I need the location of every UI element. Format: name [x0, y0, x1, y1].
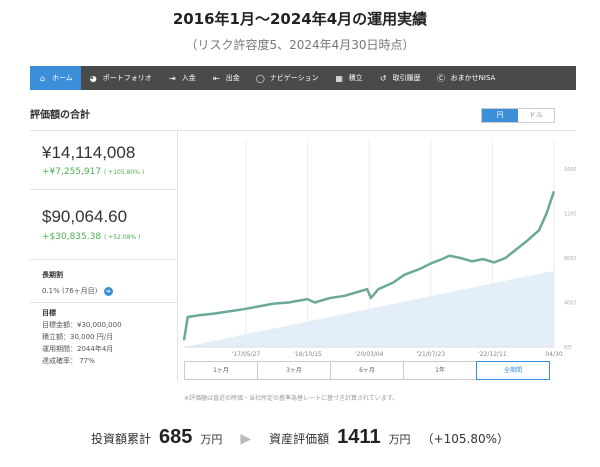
- long-term-text: 0.1% (76ヶ月目): [42, 287, 98, 295]
- page-title: 2016年1月〜2024年4月の運用実績: [172, 10, 428, 28]
- jpy-change-amount: +¥7,255,917: [42, 167, 102, 177]
- pie-chart-icon: ◕: [89, 73, 97, 83]
- usd-change-pct: ( +52.08% ): [103, 234, 141, 241]
- jpy-change-pct: ( +105.80% ): [103, 169, 145, 176]
- page-subtitle: （リスク許容度5、2024年4月30日時点）: [185, 38, 415, 52]
- savings-icon: ▦: [335, 73, 343, 83]
- nav-navigation[interactable]: ◯ ナビゲーション: [248, 66, 327, 90]
- arrow-right-icon[interactable]: ➜: [103, 286, 113, 296]
- y-tick-label: 400万: [564, 301, 576, 307]
- main-nav: ⌂ ホーム ◕ ポートフォリオ ⇥ 入金 ⇤ 出金 ◯ ナビゲーション ▦ 積立…: [30, 66, 576, 90]
- value-label: 資産評価額: [269, 432, 330, 446]
- jpy-value: ¥14,114,008: [42, 143, 136, 162]
- range-1y-button[interactable]: 1年: [403, 361, 477, 380]
- goal-label: 目標: [42, 309, 56, 317]
- usd-change-amount: +$30,835.38: [42, 232, 102, 242]
- divider: [30, 259, 178, 260]
- nav-history[interactable]: ↺ 取引履歴: [371, 66, 429, 90]
- usd-value: $90,064.60: [42, 207, 128, 226]
- bottom-summary: 投資額累計 685 万円 ▶ 資産評価額 1411 万円 （+105.80%）: [0, 426, 600, 449]
- history-icon: ↺: [379, 73, 387, 83]
- nav-label: おまかせNISA: [450, 74, 496, 82]
- nav-home[interactable]: ⌂ ホーム: [30, 66, 81, 90]
- chart-svg: 0万 400万 800万 1200万 1600万 '17/05/27 '18/10/15 '2…: [182, 141, 582, 358]
- y-tick-label: 1600万: [564, 167, 576, 173]
- x-tick-label: '20/03/04: [355, 351, 384, 358]
- range-6m-button[interactable]: 6ヶ月: [330, 361, 404, 380]
- usd-change: +$30,835.38 ( +52.08% ): [42, 232, 140, 242]
- nav-label: 取引履歴: [392, 74, 421, 82]
- nav-nisa[interactable]: Ⓒ おまかせNISA: [429, 66, 504, 90]
- long-term-label: 長期割: [42, 271, 63, 279]
- valuation-panel: ¥14,114,008 +¥7,255,917 ( +105.80% ) $90…: [30, 130, 582, 381]
- range-all-button[interactable]: 全期間: [476, 361, 550, 380]
- range-1m-button[interactable]: 1ヶ月: [184, 361, 258, 380]
- x-tick-label: '17/05/27: [232, 351, 261, 358]
- currency-usd-button[interactable]: ドル: [518, 109, 554, 122]
- disclaimer-note: ※評価額は直近の時価・当社所定の基準為替レートに基づき計算されています。: [184, 395, 399, 402]
- x-tick-label: '18/10/15: [293, 351, 322, 358]
- section-title: 評価額の合計: [30, 110, 90, 121]
- x-tick-label: '22/12/11: [478, 351, 507, 358]
- nav-label: 出金: [225, 74, 240, 82]
- goal-monthly: 積立額：30,000 円/月: [42, 333, 114, 341]
- value-pct: （+105.80%）: [421, 432, 510, 446]
- range-selector: 1ヶ月 3ヶ月 6ヶ月 1年 全期間: [184, 361, 550, 380]
- nav-label: ホーム: [52, 74, 73, 82]
- invest-label: 投資額累計: [90, 432, 151, 446]
- nav-portfolio[interactable]: ◕ ポートフォリオ: [81, 66, 160, 90]
- invest-number: 685: [159, 426, 193, 448]
- nav-deposit[interactable]: ⇥ 入金: [160, 66, 204, 90]
- nav-label: ナビゲーション: [269, 74, 319, 82]
- nisa-icon: Ⓒ: [437, 73, 446, 83]
- nav-label: 入金: [181, 74, 196, 82]
- y-tick-label: 0万: [564, 345, 572, 351]
- triangle-right-icon: ▶: [240, 431, 252, 447]
- y-tick-label: 1200万: [564, 212, 576, 218]
- currency-toggle: 円 ドル: [481, 108, 555, 123]
- goal-amount: 目標金額：¥30,000,000: [42, 321, 122, 329]
- range-3m-button[interactable]: 3ヶ月: [257, 361, 331, 380]
- invest-unit: 万円: [200, 433, 223, 446]
- goal-rate: 達成確率： 77%: [42, 357, 95, 365]
- compass-icon: ◯: [255, 73, 265, 83]
- valuation-chart: 0万 400万 800万 1200万 1600万 '17/05/27 '18/10/15 '2…: [178, 131, 582, 361]
- currency-jpy-button[interactable]: 円: [482, 109, 518, 122]
- home-icon: ⌂: [39, 73, 46, 83]
- summary-column: ¥14,114,008 +¥7,255,917 ( +105.80% ) $90…: [30, 131, 178, 381]
- withdraw-icon: ⇤: [212, 73, 220, 83]
- jpy-change: +¥7,255,917 ( +105.80% ): [42, 167, 144, 177]
- divider: [30, 302, 178, 303]
- deposit-icon: ⇥: [168, 73, 176, 83]
- value-unit: 万円: [388, 433, 411, 446]
- nav-label: ポートフォリオ: [102, 74, 152, 82]
- x-tick-label: '21/07/23: [416, 351, 445, 358]
- value-number: 1411: [337, 426, 381, 448]
- x-tick-label: 04/30: [545, 351, 562, 358]
- y-tick-label: 800万: [564, 256, 576, 262]
- long-term-value: 0.1% (76ヶ月目) ➜: [42, 286, 113, 296]
- nav-label: 積立: [348, 74, 363, 82]
- divider: [30, 189, 178, 190]
- goal-period: 運用期間：2044年4月: [42, 345, 114, 353]
- nav-savings[interactable]: ▦ 積立: [327, 66, 371, 90]
- nav-withdraw[interactable]: ⇤ 出金: [204, 66, 248, 90]
